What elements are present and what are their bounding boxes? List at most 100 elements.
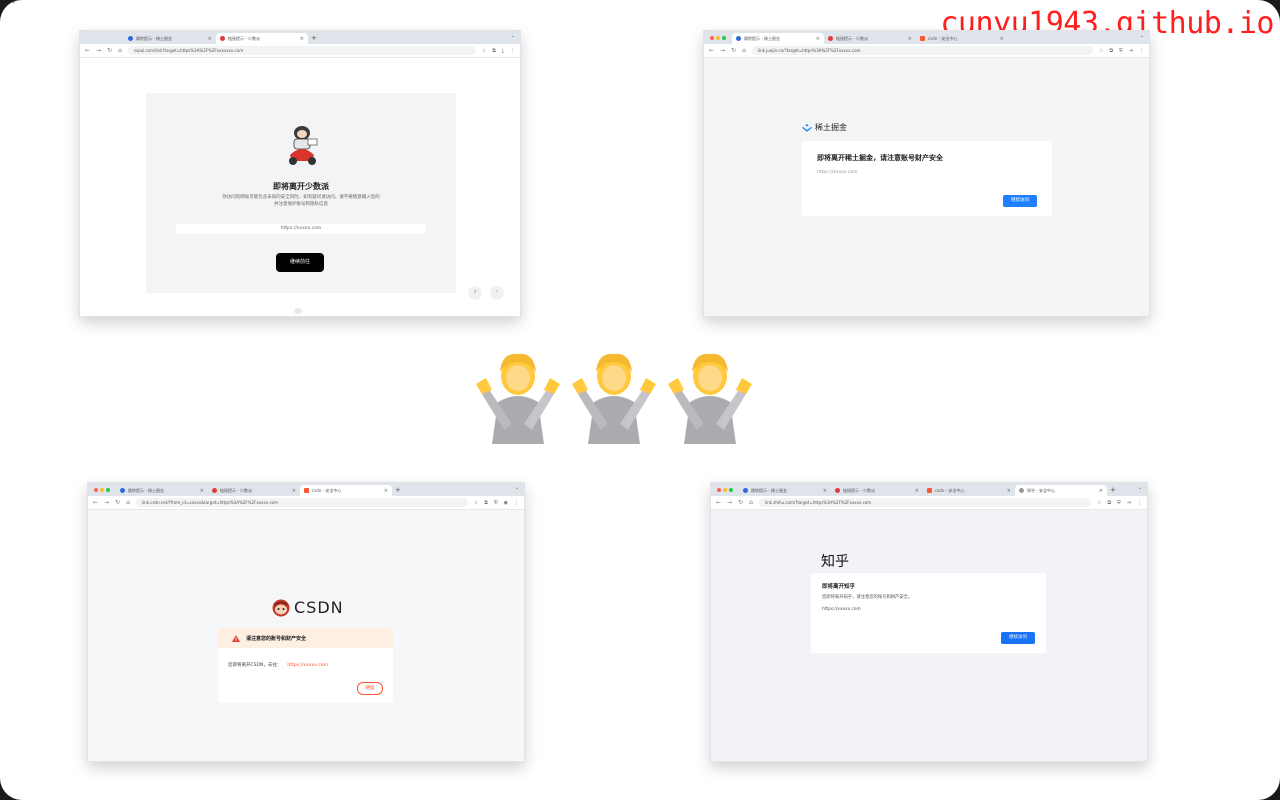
target-url[interactable]: https://xxxxx.com — [287, 663, 328, 668]
download-icon[interactable]: ⤓ — [502, 48, 504, 54]
close-window-icon[interactable] — [710, 36, 714, 40]
bookmark-star-icon[interactable]: ☆ — [474, 500, 478, 506]
maximize-window-icon[interactable] — [106, 488, 110, 492]
juejin-logo: 稀土掘金 — [802, 122, 847, 133]
shield-icon[interactable]: ⛨ — [1117, 500, 1121, 506]
close-window-icon[interactable] — [94, 488, 98, 492]
share-icon[interactable]: ⇥ — [1129, 48, 1133, 54]
bookmark-star-icon[interactable]: ☆ — [1099, 48, 1103, 54]
juejin-favicon-icon — [736, 36, 741, 41]
new-tab-icon[interactable]: + — [311, 34, 317, 42]
shield-icon[interactable]: ⛨ — [494, 500, 498, 506]
address-bar: ← → ↻ ⌂ sspai.com/link?target=https%3A%2… — [80, 44, 520, 58]
close-tab-icon[interactable]: × — [908, 36, 912, 42]
tab-csdn[interactable]: csdn - 安全中心 × — [916, 33, 1008, 44]
reload-icon[interactable]: ↻ — [115, 499, 120, 506]
zhihu-logo: 知乎 — [821, 554, 849, 570]
target-url: https://xxxxx.com — [176, 224, 426, 234]
profile-icon[interactable]: ◉ — [504, 500, 508, 506]
back-icon[interactable]: ← — [716, 499, 721, 506]
forward-icon[interactable]: → — [727, 499, 732, 506]
maximize-window-icon[interactable] — [729, 488, 733, 492]
tab-juejin[interactable]: 跳转提示 - 稀土掘金 × — [116, 485, 208, 496]
home-icon[interactable]: ⌂ — [126, 499, 130, 506]
url-field[interactable]: sspai.com/link?target=https%3A%2F%2Fxxxx… — [127, 46, 476, 55]
continue-button[interactable]: 继续访问 — [1001, 632, 1035, 644]
share-icon[interactable]: ⇥ — [1127, 500, 1131, 506]
close-tab-icon[interactable]: × — [300, 36, 304, 42]
bookmark-star-icon[interactable]: ☆ — [482, 48, 486, 54]
tab-csdn[interactable]: csdn - 安全中心 × — [923, 485, 1015, 496]
close-tab-icon[interactable]: × — [1099, 488, 1103, 494]
reload-icon[interactable]: ↻ — [731, 47, 736, 54]
tab-sspai[interactable]: 链接提示 - 少数派 × — [216, 33, 308, 44]
scroll-top-icon[interactable]: ⌃ — [490, 286, 504, 300]
bookmark-star-icon[interactable]: ☆ — [1097, 500, 1101, 506]
browser-window-zhihu: 跳转提示 - 稀土掘金 × 链接提示 - 少数派 × csdn - 安全中心 ×… — [710, 482, 1148, 762]
tab-menu-icon[interactable]: ⌄ — [1138, 485, 1142, 491]
home-icon[interactable]: ⌂ — [118, 47, 122, 54]
extensions-icon[interactable]: ⧉ — [492, 48, 496, 54]
shield-icon[interactable]: ⛨ — [1119, 48, 1123, 54]
new-tab-icon[interactable]: + — [395, 486, 401, 494]
close-tab-icon[interactable]: × — [915, 488, 919, 494]
scroll-indicator — [294, 308, 302, 314]
url-field[interactable]: link.csdn.net/?from_id=xxxxx&target=http… — [135, 498, 468, 507]
menu-icon[interactable]: ⋮ — [1139, 48, 1144, 54]
reload-icon[interactable]: ↻ — [107, 47, 112, 54]
forward-icon[interactable]: → — [720, 47, 725, 54]
tab-sspai[interactable]: 链接提示 - 少数派 × — [824, 33, 916, 44]
tab-juejin[interactable]: 跳转提示 - 稀土掘金 × — [739, 485, 831, 496]
tab-csdn[interactable]: csdn - 安全中心 × — [300, 485, 392, 496]
home-icon[interactable]: ⌂ — [749, 499, 753, 506]
home-icon[interactable]: ⌂ — [742, 47, 746, 54]
continue-button[interactable]: 继续 — [357, 682, 383, 695]
forward-icon[interactable]: → — [104, 499, 109, 506]
close-tab-icon[interactable]: × — [1000, 36, 1004, 42]
continue-button[interactable]: 继续访问 — [1003, 195, 1037, 207]
page-title: 即将离开知乎 — [822, 584, 856, 590]
close-tab-icon[interactable]: × — [1007, 488, 1011, 494]
url-field[interactable]: link.zhihu.com/?target=https%3A%2F%2Fxxx… — [758, 498, 1091, 507]
minimize-window-icon[interactable] — [716, 36, 720, 40]
minimize-window-icon[interactable] — [100, 488, 104, 492]
tab-label: 跳转提示 - 稀土掘金 — [751, 487, 787, 493]
menu-icon[interactable]: ⋮ — [510, 48, 515, 54]
minimize-window-icon[interactable] — [723, 488, 727, 492]
back-icon[interactable]: ← — [709, 47, 714, 54]
feedback-icon[interactable]: ? — [468, 286, 482, 300]
close-tab-icon[interactable]: × — [384, 488, 388, 494]
tab-label: 链接提示 - 少数派 — [220, 487, 252, 493]
tab-zhihu[interactable]: 知乎 - 安全中心 × — [1015, 485, 1107, 496]
continue-button[interactable]: 继续前往 — [276, 253, 324, 272]
close-tab-icon[interactable]: × — [816, 36, 820, 42]
new-tab-icon[interactable]: + — [1110, 486, 1116, 494]
tab-sspai[interactable]: 链接提示 - 少数派 × — [208, 485, 300, 496]
extensions-icon[interactable]: ⧉ — [1109, 48, 1113, 54]
reload-icon[interactable]: ↻ — [738, 499, 743, 506]
extensions-icon[interactable]: ⧉ — [1107, 500, 1111, 506]
description: 您即将离开知乎，请注意您的账号和财产安全。 — [822, 595, 913, 600]
forward-icon[interactable]: → — [96, 47, 101, 54]
url-field[interactable]: link.juejin.cn/?target=https%3A%2F%2Fxxx… — [751, 46, 1093, 55]
menu-icon[interactable]: ⋮ — [514, 500, 519, 506]
tab-menu-icon[interactable]: ⌄ — [1140, 33, 1144, 39]
extensions-icon[interactable]: ⧉ — [484, 500, 488, 506]
close-window-icon[interactable] — [717, 488, 721, 492]
close-tab-icon[interactable]: × — [208, 36, 212, 42]
browser-window-juejin: 跳转提示 - 稀土掘金 × 链接提示 - 少数派 × csdn - 安全中心 ×… — [703, 30, 1150, 317]
tab-juejin[interactable]: 跳转提示 - 稀土掘金 × — [732, 33, 824, 44]
tab-juejin[interactable]: 跳转提示 - 稀土掘金 × — [124, 33, 216, 44]
tab-sspai[interactable]: 链接提示 - 少数派 × — [831, 485, 923, 496]
menu-icon[interactable]: ⋮ — [1137, 500, 1142, 506]
back-icon[interactable]: ← — [93, 499, 98, 506]
close-tab-icon[interactable]: × — [823, 488, 827, 494]
tab-label: csdn - 安全中心 — [935, 487, 965, 493]
leave-notice-card: 即将离开稀土掘金，请注意账号财产安全 https://xxxxx.com 继续访… — [802, 141, 1052, 216]
maximize-window-icon[interactable] — [722, 36, 726, 40]
close-tab-icon[interactable]: × — [200, 488, 204, 494]
tab-menu-icon[interactable]: ⌄ — [515, 485, 519, 491]
back-icon[interactable]: ← — [85, 47, 90, 54]
close-tab-icon[interactable]: × — [292, 488, 296, 494]
tab-menu-icon[interactable]: ⌄ — [511, 33, 515, 39]
